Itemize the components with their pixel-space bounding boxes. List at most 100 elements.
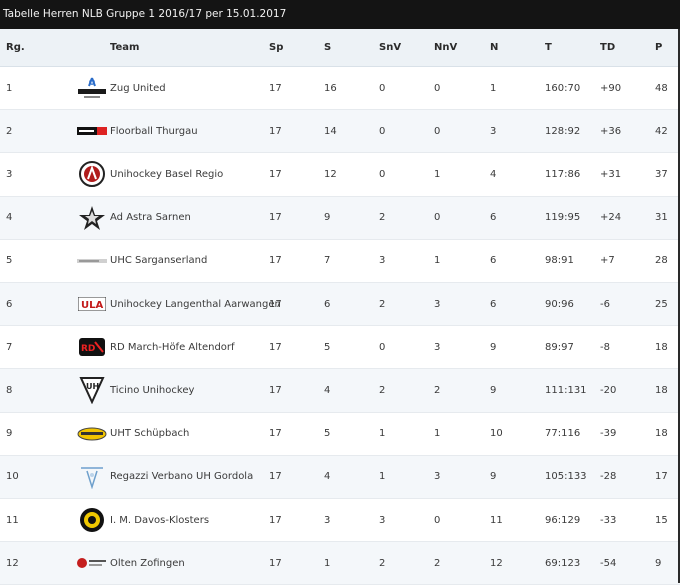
ot-losses-cell: 2 <box>434 384 441 396</box>
ot-losses-cell: 1 <box>434 255 441 267</box>
team-name[interactable]: Ad Astra Sarnen <box>110 197 191 239</box>
team-name[interactable]: UHC Sarganserland <box>110 240 207 282</box>
team-name[interactable]: Olten Zofingen <box>110 542 185 584</box>
wins-cell: 16 <box>324 82 337 94</box>
ot-wins-cell: 2 <box>379 557 386 569</box>
losses-cell: 3 <box>490 125 497 137</box>
table-row[interactable]: 8 UH Ticino Unihockey 17 4 2 2 9 111:131… <box>0 369 680 413</box>
olten-zofingen-logo-icon <box>77 550 107 576</box>
table-row[interactable]: 1 Zug United 17 16 0 0 1 160:70 +90 48 <box>0 67 680 111</box>
points-cell: 31 <box>655 212 668 224</box>
col-p[interactable]: P <box>655 29 662 66</box>
langenthal-logo-icon: ULA <box>77 291 107 317</box>
goal-diff-cell: +90 <box>600 82 622 94</box>
ot-losses-cell: 1 <box>434 168 441 180</box>
team-name[interactable]: UHT Schüpbach <box>110 413 189 455</box>
table-row[interactable]: 11 I. M. Davos-Klosters 17 3 3 0 11 96:1… <box>0 499 680 543</box>
wins-cell: 14 <box>324 125 337 137</box>
games-cell: 17 <box>269 298 282 310</box>
floorball-thurgau-logo-icon <box>77 118 107 144</box>
ot-wins-cell: 3 <box>379 514 386 526</box>
team-name[interactable]: Ticino Unihockey <box>110 369 194 411</box>
team-name[interactable]: Unihockey Langenthal Aarwangen <box>110 283 281 325</box>
points-cell: 25 <box>655 298 668 310</box>
col-rank[interactable]: Rg. <box>6 29 25 66</box>
team-name[interactable]: RD March-Höfe Altendorf <box>110 326 235 368</box>
games-cell: 17 <box>269 471 282 483</box>
col-s[interactable]: S <box>324 29 331 66</box>
goals-cell: 96:129 <box>545 514 581 526</box>
table-row[interactable]: 6 ULA Unihockey Langenthal Aarwangen 17 … <box>0 283 680 327</box>
ot-losses-cell: 3 <box>434 341 441 353</box>
rank-cell: 11 <box>6 514 19 526</box>
svg-text:RD: RD <box>81 344 95 354</box>
goals-cell: 90:96 <box>545 298 574 310</box>
table-title: Tabelle Herren NLB Gruppe 1 2016/17 per … <box>0 0 680 29</box>
ot-wins-cell: 0 <box>379 341 386 353</box>
ad-astra-logo-icon <box>77 205 107 231</box>
losses-cell: 6 <box>490 298 497 310</box>
col-nnv[interactable]: NnV <box>434 29 457 66</box>
ot-wins-cell: 0 <box>379 168 386 180</box>
table-row[interactable]: 4 Ad Astra Sarnen 17 9 2 0 6 119:95 +24 … <box>0 196 680 240</box>
ot-wins-cell: 2 <box>379 384 386 396</box>
ticino-logo-icon: UH <box>77 377 107 405</box>
svg-text:ULA: ULA <box>81 300 103 311</box>
goal-diff-cell: +7 <box>600 255 615 267</box>
rank-cell: 2 <box>6 125 13 137</box>
table-row[interactable]: 9 UHT Schüpbach 17 5 1 1 10 77:116 -39 1… <box>0 413 680 456</box>
team-name[interactable]: I. M. Davos-Klosters <box>110 499 209 541</box>
goal-diff-cell: -6 <box>600 298 610 310</box>
team-name[interactable]: Unihockey Basel Regio <box>110 153 223 195</box>
wins-cell: 5 <box>324 341 331 353</box>
ot-losses-cell: 3 <box>434 471 441 483</box>
losses-cell: 6 <box>490 255 497 267</box>
games-cell: 17 <box>269 384 282 396</box>
games-cell: 17 <box>269 212 282 224</box>
table-row[interactable]: 12 Olten Zofingen 17 1 2 2 12 69:123 -54… <box>0 542 680 585</box>
team-name[interactable]: Floorball Thurgau <box>110 110 198 152</box>
goal-diff-cell: +36 <box>600 125 622 137</box>
wins-cell: 4 <box>324 384 331 396</box>
wins-cell: 9 <box>324 212 331 224</box>
goals-cell: 77:116 <box>545 428 581 440</box>
col-snv[interactable]: SnV <box>379 29 401 66</box>
points-cell: 9 <box>655 557 662 569</box>
wins-cell: 5 <box>324 428 331 440</box>
games-cell: 17 <box>269 428 282 440</box>
table-header: Rg. Team Sp S SnV NnV N T TD P <box>0 29 680 67</box>
goal-diff-cell: -20 <box>600 384 617 396</box>
ot-losses-cell: 0 <box>434 82 441 94</box>
gordola-logo-icon <box>77 464 107 490</box>
sarganserland-logo-icon <box>77 248 107 274</box>
davos-klosters-logo-icon <box>77 507 107 533</box>
goal-diff-cell: -8 <box>600 341 610 353</box>
wins-cell: 3 <box>324 514 331 526</box>
wins-cell: 12 <box>324 168 337 180</box>
rank-cell: 5 <box>6 255 13 267</box>
col-n[interactable]: N <box>490 29 498 66</box>
losses-cell: 9 <box>490 471 497 483</box>
col-team[interactable]: Team <box>110 29 139 66</box>
goals-cell: 89:97 <box>545 341 574 353</box>
col-t[interactable]: T <box>545 29 552 66</box>
team-name[interactable]: Regazzi Verbano UH Gordola <box>110 456 253 498</box>
col-td[interactable]: TD <box>600 29 615 66</box>
table-row[interactable]: 5 UHC Sarganserland 17 7 3 1 6 98:91 +7 … <box>0 240 680 283</box>
losses-cell: 11 <box>490 514 503 526</box>
table-row[interactable]: 3 Unihockey Basel Regio 17 12 0 1 4 117:… <box>0 153 680 197</box>
team-name[interactable]: Zug United <box>110 67 166 109</box>
points-cell: 28 <box>655 255 668 267</box>
goal-diff-cell: -54 <box>600 557 617 569</box>
table-row[interactable]: 2 Floorball Thurgau 17 14 0 0 3 128:92 +… <box>0 110 680 154</box>
col-sp[interactable]: Sp <box>269 29 283 66</box>
ot-wins-cell: 1 <box>379 471 386 483</box>
table-row[interactable]: 7 RD RD March-Höfe Altendorf 17 5 0 3 9 … <box>0 326 680 370</box>
table-row[interactable]: 10 Regazzi Verbano UH Gordola 17 4 1 3 9… <box>0 455 680 499</box>
games-cell: 17 <box>269 255 282 267</box>
losses-cell: 12 <box>490 557 503 569</box>
rank-cell: 12 <box>6 557 19 569</box>
points-cell: 17 <box>655 471 668 483</box>
losses-cell: 10 <box>490 428 503 440</box>
losses-cell: 4 <box>490 168 497 180</box>
